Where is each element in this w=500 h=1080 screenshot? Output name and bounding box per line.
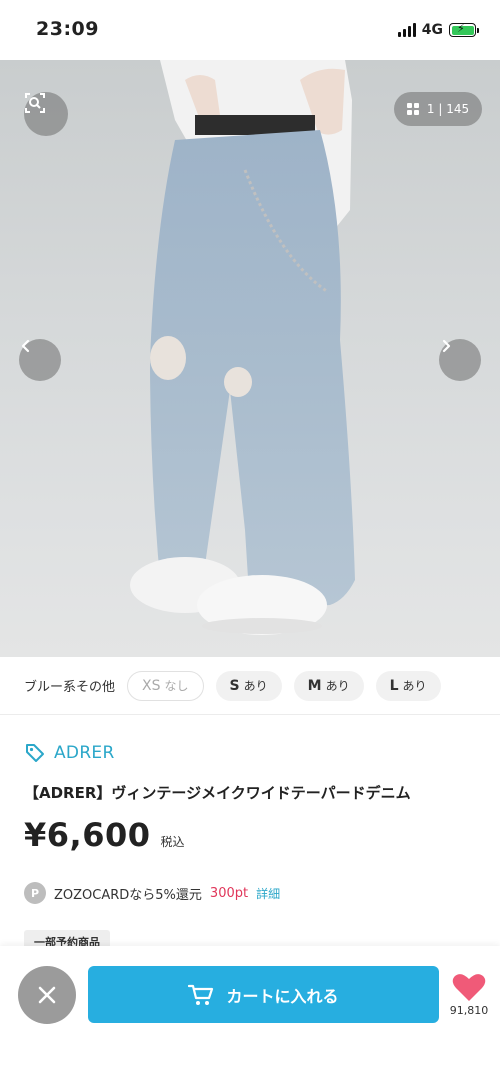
tag-icon [26,744,44,762]
product-title: 【ADRER】ヴィンテージメイクワイドテーパードデニム [24,784,411,802]
close-button[interactable] [18,966,76,1024]
brand-link[interactable]: ADRER [24,740,115,766]
signal-icon [397,23,416,37]
image-counter[interactable]: 1 | 145 [394,92,482,126]
cart-icon [188,984,214,1005]
close-icon [38,986,56,1004]
points-text: ZOZOCARDなら5%還元 [54,887,202,903]
points-details-link[interactable]: 詳細 [256,885,280,902]
previous-image-button[interactable] [19,339,61,381]
price-row: ¥6,600 税込 [24,816,185,860]
size-chip-xs[interactable]: XS なし [127,670,204,701]
size-selector: ブルー系その他 XS なし S あり M あり L あり [0,657,500,715]
add-to-cart-label: カートに入れる [226,986,339,1006]
zoom-button[interactable] [24,92,68,136]
bottom-action-bar: カートに入れる 91,810 [0,946,500,1080]
status-time: 23:09 [36,18,99,40]
favorite-button[interactable]: 91,810 [448,972,490,1017]
status-indicators: 4G ⚡ [397,20,479,40]
tax-label: 税込 [160,835,185,849]
next-image-button[interactable] [439,339,481,381]
size-chip-s[interactable]: S あり [215,670,282,701]
network-type: 4G [421,22,443,38]
favorite-count: 91,810 [449,1004,489,1017]
points-info: P ZOZOCARDなら5%還元 300pt 詳細 [24,880,280,906]
heart-icon [452,974,486,1001]
price: ¥6,600 [24,816,151,854]
size-chip-m[interactable]: M あり [293,670,364,701]
points-icon: P [24,882,46,904]
chevron-left-icon [21,339,30,353]
status-bar: 23:09 4G ⚡ [0,0,500,60]
product-photo [130,60,355,635]
size-chip-l[interactable]: L あり [375,670,441,701]
color-label: ブルー系その他 [24,680,116,695]
grid-icon [406,103,419,115]
brand-name: ADRER [54,743,115,763]
battery-charging-icon: ⚡ [449,22,479,37]
add-to-cart-button[interactable]: カートに入れる [88,966,439,1023]
image-counter-text: 1 | 145 [426,102,470,116]
chevron-right-icon [442,339,451,353]
product-image-gallery[interactable]: 1 | 145 [0,60,500,657]
points-value: 300pt [209,885,249,901]
zoom-search-icon [25,93,45,113]
